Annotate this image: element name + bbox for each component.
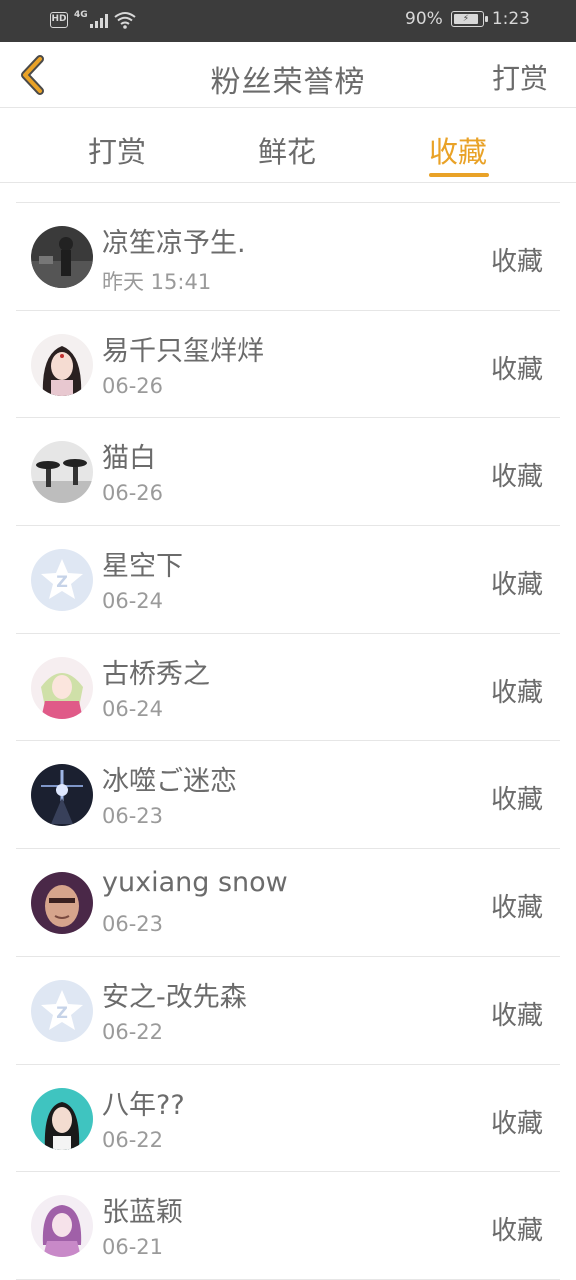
avatar	[31, 764, 93, 827]
list-item[interactable]: 冰噬ご迷恋 06-23 收藏	[16, 741, 560, 850]
tab-flowers[interactable]: 鲜花	[258, 129, 316, 171]
fan-date: 06-23	[102, 912, 164, 937]
avatar: Z	[31, 549, 93, 612]
avatar: Z	[31, 979, 93, 1042]
status-right: 90% ⚡ 1:23	[405, 9, 530, 29]
list-item[interactable]: 凉笙凉予生. 昨天 15:41 收藏	[16, 203, 560, 311]
avatar	[31, 872, 93, 935]
fan-action: 收藏	[490, 247, 543, 277]
fan-name: 冰噬ご迷恋	[102, 766, 237, 798]
fan-name: 安之-改先森	[102, 981, 247, 1013]
fan-date: 06-26	[102, 373, 164, 398]
list-item[interactable]: 张蓝颖 06-21 收藏	[16, 1172, 560, 1280]
page-title: 粉丝荣誉榜	[210, 65, 366, 100]
fan-date: 06-23	[102, 804, 164, 829]
list-item[interactable]: Z 安之-改先森 06-22 收藏	[16, 957, 560, 1065]
fan-name: 八年??	[102, 1089, 185, 1121]
list-item[interactable]: yuxiang snow 06-23 收藏	[16, 849, 560, 957]
fan-name: 易千只玺烊烊	[102, 335, 264, 367]
fan-action: 收藏	[490, 1108, 543, 1139]
reward-button[interactable]: 打赏	[492, 57, 548, 97]
battery-percent: 90%	[405, 9, 443, 29]
tab-favorites[interactable]: 收藏	[429, 129, 487, 171]
fan-date: 06-21	[102, 1235, 164, 1260]
fan-action: 收藏	[490, 462, 543, 493]
fan-name: 星空下	[102, 551, 183, 583]
hd-badge: HD	[50, 12, 68, 28]
fan-action: 收藏	[490, 893, 543, 924]
list-item[interactable]: 古桥秀之 06-24 收藏	[16, 634, 560, 742]
avatar	[31, 226, 93, 288]
fan-date: 06-24	[102, 589, 164, 614]
fan-action: 收藏	[490, 1216, 543, 1247]
status-left: HD 4G	[50, 10, 136, 29]
fan-action: 收藏	[490, 677, 543, 708]
fan-date: 06-22	[102, 1127, 164, 1152]
fan-name: 古桥秀之	[102, 658, 210, 690]
list-item[interactable]: 八年?? 06-22 收藏	[16, 1065, 560, 1173]
tab-bar: 打赏 鲜花 收藏	[0, 109, 576, 183]
list-item[interactable]: 易千只玺烊烊 06-26 收藏	[16, 311, 560, 419]
fan-name: yuxiang snow	[102, 867, 288, 899]
fan-date: 昨天 15:41	[102, 270, 212, 294]
fan-name: 猫白	[102, 443, 156, 475]
fan-action: 收藏	[490, 570, 543, 601]
status-bar: HD 4G 90% ⚡ 1:23	[0, 0, 576, 42]
active-tab-indicator	[429, 173, 489, 177]
list-item[interactable]: 猫白 06-26 收藏	[16, 418, 560, 527]
fan-date: 06-24	[102, 696, 164, 721]
fan-name: 张蓝颖	[102, 1197, 183, 1229]
network-type: 4G	[74, 10, 88, 20]
svg-text:Z: Z	[56, 1003, 68, 1022]
svg-text:Z: Z	[56, 572, 68, 591]
avatar	[31, 333, 93, 396]
fan-action: 收藏	[490, 785, 543, 816]
app-header: 粉丝荣誉榜 打赏	[0, 42, 576, 108]
avatar	[31, 441, 93, 504]
fan-action: 收藏	[490, 354, 543, 385]
fan-action: 收藏	[490, 1000, 543, 1031]
fan-name: 凉笙凉予生.	[102, 228, 246, 259]
clock: 1:23	[491, 9, 530, 29]
fan-date: 06-26	[102, 481, 164, 506]
fan-date: 06-22	[102, 1019, 164, 1044]
list-item[interactable]: Z 星空下 06-24 收藏	[16, 526, 560, 634]
wifi-icon	[114, 12, 136, 29]
avatar	[31, 656, 93, 719]
avatar	[31, 1087, 93, 1150]
avatar	[31, 1195, 93, 1258]
battery-icon: ⚡	[450, 11, 488, 27]
tab-reward[interactable]: 打赏	[88, 129, 146, 171]
fan-list: 凉笙凉予生. 昨天 15:41 收藏 易千只玺烊烊 06-26 收藏 猫白 06…	[16, 202, 560, 1280]
signal-icon	[89, 13, 108, 28]
